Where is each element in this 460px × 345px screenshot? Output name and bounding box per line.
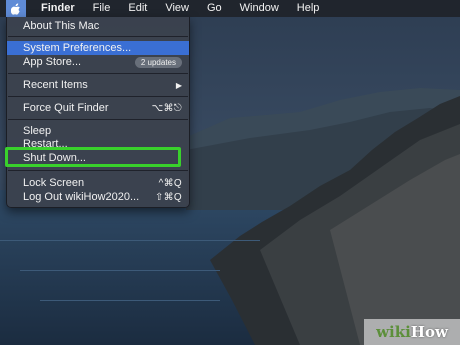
menu-item-label: Sleep: [23, 125, 52, 137]
watermark-part-1: wiki: [376, 323, 411, 341]
menu-finder[interactable]: Finder: [32, 0, 84, 17]
menu-item-label: Log Out wikiHow2020...: [23, 191, 140, 203]
menu-item-about-this-mac[interactable]: About This Mac: [7, 19, 189, 33]
shortcut-label: ^⌘Q: [158, 177, 182, 189]
menu-item-label: About This Mac: [23, 20, 100, 32]
shut-down-highlight-box: [5, 147, 181, 167]
apple-dropdown-menu: About This Mac System Preferences... App…: [6, 17, 190, 208]
menu-bar: Finder File Edit View Go Window Help: [0, 0, 460, 17]
menu-item-lock-screen[interactable]: Lock Screen ^⌘Q: [7, 176, 189, 190]
apple-logo-icon: [11, 2, 21, 15]
menu-file[interactable]: File: [84, 0, 120, 17]
menu-item-app-store[interactable]: App Store... 2 updates: [7, 55, 189, 69]
wikihow-watermark: wiki How: [364, 319, 460, 345]
menu-item-recent-items[interactable]: Recent Items ▶: [7, 78, 189, 92]
menu-window[interactable]: Window: [231, 0, 288, 17]
menu-help[interactable]: Help: [288, 0, 329, 17]
menu-separator: [8, 73, 188, 74]
menu-item-label: Recent Items: [23, 79, 88, 91]
shortcut-label: ⇧⌘Q: [154, 191, 182, 203]
menu-item-log-out[interactable]: Log Out wikiHow2020... ⇧⌘Q: [7, 190, 189, 204]
menu-item-system-preferences[interactable]: System Preferences...: [7, 41, 189, 55]
apple-menu-button[interactable]: [6, 0, 26, 17]
shortcut-label: ⌥⌘⎋: [151, 102, 182, 114]
menu-separator: [8, 119, 188, 120]
menu-item-label: Lock Screen: [23, 177, 85, 189]
menu-separator: [8, 36, 188, 37]
menu-separator: [8, 96, 188, 97]
menu-item-label: App Store...: [23, 56, 82, 68]
watermark-part-2: How: [410, 323, 448, 341]
menu-view[interactable]: View: [156, 0, 198, 17]
submenu-arrow-icon: ▶: [175, 80, 182, 90]
menu-item-force-quit[interactable]: Force Quit Finder ⌥⌘⎋: [7, 101, 189, 115]
menu-item-sleep[interactable]: Sleep: [7, 124, 189, 138]
menu-separator: [8, 170, 188, 171]
updates-badge: 2 updates: [134, 56, 182, 68]
menu-go[interactable]: Go: [198, 0, 231, 17]
menu-item-label: Force Quit Finder: [23, 102, 109, 114]
menu-item-label: System Preferences...: [23, 42, 132, 54]
menu-edit[interactable]: Edit: [119, 0, 156, 17]
